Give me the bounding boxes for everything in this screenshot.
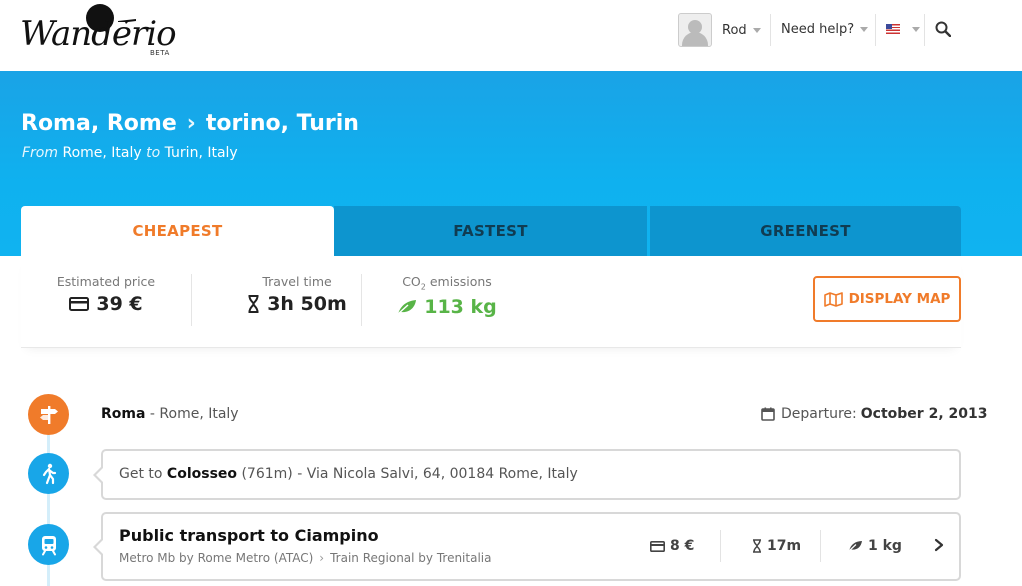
origin-stop: Roma - Rome, Italy xyxy=(101,406,239,422)
time-value: 3h 50m xyxy=(267,293,347,315)
leaf-icon xyxy=(848,541,862,552)
co2-value: 113 kg xyxy=(424,295,497,318)
calendar-icon xyxy=(761,407,775,421)
hourglass-icon xyxy=(753,539,761,553)
logo-text: Wanderio xyxy=(20,14,177,54)
chevron-right-icon[interactable] xyxy=(933,538,945,552)
transit-co2: 1 kg xyxy=(848,538,902,554)
price-value: 39 € xyxy=(96,293,143,315)
leaf-icon xyxy=(397,299,417,315)
route-origin: Roma, Rome xyxy=(21,111,177,136)
walk-step-card[interactable]: Get to Colosseo (761m) - Via Nicola Salv… xyxy=(93,449,961,500)
chevron-down-icon xyxy=(860,27,869,32)
from-place: Rome, Italy xyxy=(62,145,142,161)
walk-icon xyxy=(28,453,69,494)
walk-distance: (761m) xyxy=(241,466,293,482)
walk-destination: Colosseo xyxy=(166,466,238,482)
to-place: Turin, Italy xyxy=(164,145,238,161)
transit-leg: Train Regional by Trenitalia xyxy=(330,551,492,565)
time-stat: Travel time 3h 50m xyxy=(212,274,382,328)
display-map-label[interactable]: DISPLAY MAP xyxy=(849,291,951,307)
card-icon xyxy=(69,297,90,311)
stat-divider xyxy=(191,274,192,326)
chevron-down-icon xyxy=(752,27,761,33)
co2-stat: CO2 emissions 113 kg xyxy=(382,274,512,328)
transit-legs: Metro Mb by Rome Metro (ATAC) › Train Regi… xyxy=(119,551,491,565)
route-subtitle: From Rome, Italy to Turin, Italy xyxy=(22,145,238,161)
to-word: to xyxy=(146,145,161,161)
route-title: Roma, Rome › torino, Turin xyxy=(21,111,359,136)
user-menu[interactable]: Rod xyxy=(678,13,761,47)
from-word: From xyxy=(22,145,59,161)
us-flag-icon[interactable] xyxy=(886,24,900,34)
trip-summary: Estimated price 39 € Travel time 3h 50m … xyxy=(21,256,961,348)
route-destination: torino, Turin xyxy=(205,111,359,136)
transit-title: Public transport to Ciampino xyxy=(119,526,379,545)
price-label: Estimated price xyxy=(56,274,156,289)
tab-cheapest[interactable]: CHEAPEST xyxy=(21,206,334,256)
departure-info: Departure: October 2, 2013 xyxy=(761,406,987,422)
transit-leg: Metro Mb by Rome Metro (ATAC) xyxy=(119,551,314,565)
display-map-button[interactable]: DISPLAY MAP xyxy=(813,276,961,322)
tab-fastest[interactable]: FASTEST xyxy=(334,206,647,256)
walk-address: - Via Nicola Salvi, 64, 00184 Rome, Ital… xyxy=(297,466,578,482)
wanderio-logo[interactable]: Wanderio BETA xyxy=(20,4,180,64)
departure-date: October 2, 2013 xyxy=(860,406,988,422)
metric-divider xyxy=(720,530,721,562)
hourglass-icon xyxy=(248,295,259,313)
origin-name: Roma xyxy=(101,406,146,422)
departure-label: Departure: xyxy=(781,406,857,422)
nav-divider xyxy=(770,14,771,46)
signpost-icon xyxy=(28,394,69,435)
search-icon[interactable] xyxy=(935,21,951,37)
walk-step-text: Get to Colosseo (761m) - Via Nicola Salv… xyxy=(119,466,578,482)
avatar[interactable] xyxy=(678,13,712,47)
origin-place: Rome, Italy xyxy=(159,406,239,422)
price-stat: Estimated price 39 € xyxy=(41,274,171,328)
nav-divider xyxy=(875,14,876,46)
metric-divider xyxy=(820,530,821,562)
route-hero: Roma, Rome › torino, Turin From Rome, Ital… xyxy=(0,71,1022,256)
help-menu[interactable]: Need help? xyxy=(781,22,869,37)
chevron-down-icon xyxy=(912,27,920,32)
card-icon xyxy=(650,540,665,552)
beta-badge: BETA xyxy=(150,49,170,57)
user-name[interactable]: Rod xyxy=(722,23,747,38)
transit-duration: 17m xyxy=(752,538,801,554)
train-icon xyxy=(28,524,69,565)
help-label[interactable]: Need help? xyxy=(781,22,854,37)
time-label: Travel time xyxy=(262,274,332,289)
chevron-right-icon: › xyxy=(186,111,196,136)
transit-price: 8 € xyxy=(650,538,694,554)
top-bar: Wanderio BETA Rod Need help? xyxy=(0,0,1022,71)
chevron-right-icon: › xyxy=(319,551,325,565)
map-icon xyxy=(823,291,843,307)
nav-divider xyxy=(924,14,925,46)
transit-step-card[interactable]: Public transport to Ciampino Metro Mb by… xyxy=(93,512,961,581)
stat-divider xyxy=(361,274,362,326)
tab-greenest[interactable]: GREENEST xyxy=(650,206,961,256)
co2-label: CO2 emissions xyxy=(402,274,492,292)
